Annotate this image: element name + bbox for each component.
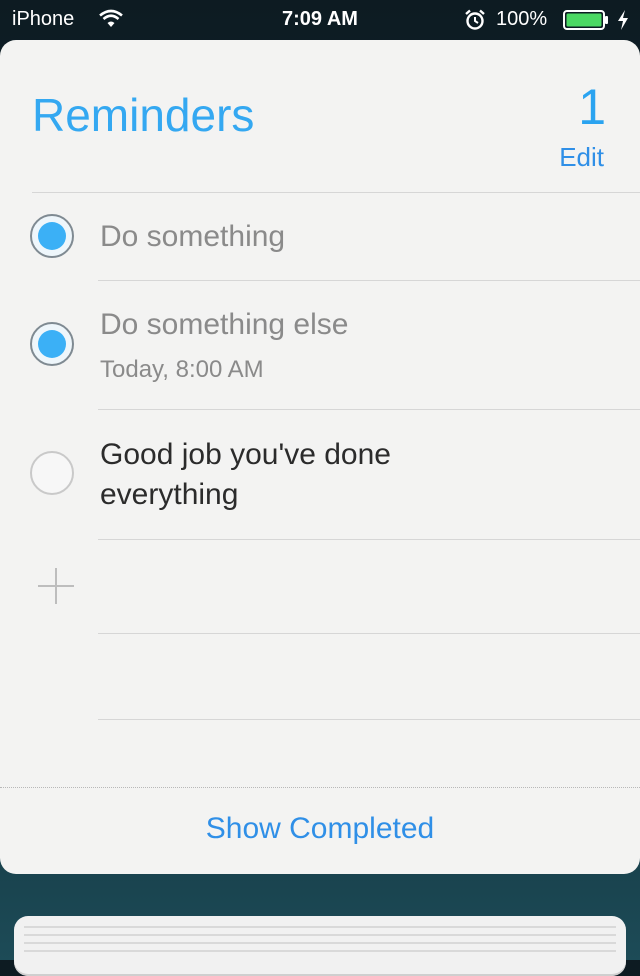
edit-button[interactable]: Edit <box>559 142 604 173</box>
stack-edge <box>24 942 616 944</box>
stack-edge <box>24 950 616 952</box>
checkbox-checked[interactable] <box>30 322 74 366</box>
reminder-count: 1 <box>578 79 606 135</box>
battery-icon <box>563 10 608 30</box>
checkbox-unchecked[interactable] <box>30 451 74 495</box>
reminder-item[interactable]: Good job you've done everything <box>0 409 640 539</box>
charging-bolt-icon <box>618 10 628 30</box>
reminders-widget: Reminders 1 Edit Do something Do somethi… <box>0 40 640 874</box>
reminder-title: Do something else <box>100 308 349 341</box>
divider <box>98 719 640 720</box>
battery-percent: 100% <box>496 8 548 30</box>
reminder-item[interactable]: Do something <box>0 192 640 280</box>
footer-separator <box>0 787 640 788</box>
alarm-icon <box>465 9 485 30</box>
reminder-title: Good job you've done everything <box>100 438 391 511</box>
widget-title: Reminders <box>32 89 255 141</box>
status-bar: iPhone 7:09 AM 100% <box>0 0 640 40</box>
checkbox-checked[interactable] <box>30 214 74 258</box>
stack-edge <box>24 926 616 928</box>
reminder-due-date: Today, 8:00 AM <box>100 356 264 383</box>
stack-edge <box>24 934 616 936</box>
reminder-item[interactable]: Do something else Today, 8:00 AM <box>0 280 640 410</box>
show-completed-button[interactable]: Show Completed <box>0 812 640 846</box>
reminder-title: Do something <box>100 220 286 253</box>
divider <box>98 539 640 540</box>
widget-stack-preview[interactable] <box>14 916 626 976</box>
divider <box>98 633 640 634</box>
add-icon[interactable] <box>36 566 76 606</box>
